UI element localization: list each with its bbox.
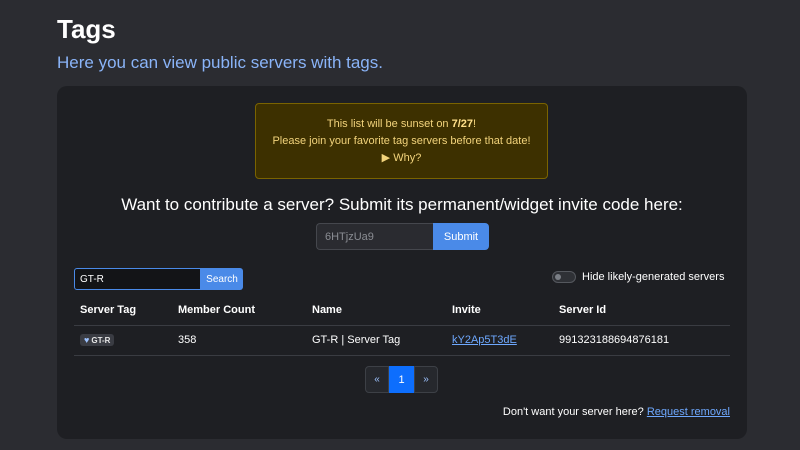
alert-line-1-prefix: This list will be sunset on bbox=[326, 118, 452, 130]
hide-generated-toggle[interactable] bbox=[552, 271, 576, 283]
invite-link[interactable]: kY2Ap5T3dE bbox=[452, 334, 517, 346]
cell-member-count: 358 bbox=[172, 325, 306, 356]
pagination: « 1 » bbox=[365, 366, 438, 393]
sunset-alert: This list will be sunset on 7/27! Please… bbox=[255, 103, 548, 179]
table-row: ♥ GT-R 358 GT-R | Server Tag kY2Ap5T3dE … bbox=[74, 325, 730, 356]
cell-server-tag: ♥ GT-R bbox=[74, 325, 172, 356]
page-subtitle: Here you can view public servers with ta… bbox=[57, 53, 383, 72]
request-removal-link[interactable]: Request removal bbox=[647, 406, 730, 418]
main-card: This list will be sunset on 7/27! Please… bbox=[57, 86, 747, 439]
cell-invite: kY2Ap5T3dE bbox=[446, 325, 553, 356]
column-header-server-id: Server Id bbox=[553, 296, 730, 326]
pagination-prev-button[interactable]: « bbox=[365, 366, 389, 393]
servers-table: Server Tag Member Count Name Invite Serv… bbox=[74, 296, 730, 356]
alert-line-1-suffix: ! bbox=[473, 118, 477, 130]
hide-generated-label[interactable]: Hide likely-generated servers bbox=[582, 271, 724, 283]
search-button[interactable]: Search bbox=[201, 268, 243, 290]
pagination-next-button[interactable]: » bbox=[414, 366, 438, 393]
contribute-heading: Want to contribute a server? Submit its … bbox=[121, 195, 683, 214]
removal-note-text: Don't want your server here? bbox=[502, 406, 647, 418]
pagination-page-1[interactable]: 1 bbox=[389, 366, 414, 393]
table-header-row: Server Tag Member Count Name Invite Serv… bbox=[74, 296, 730, 326]
column-header-name: Name bbox=[306, 296, 446, 326]
search-input[interactable] bbox=[74, 268, 201, 290]
hide-generated-toggle-group: Hide likely-generated servers bbox=[552, 269, 724, 285]
cell-server-id: 991323188694876181 bbox=[553, 325, 730, 356]
cell-name: GT-R | Server Tag bbox=[306, 325, 446, 356]
search-form: Search bbox=[74, 268, 243, 290]
column-header-invite: Invite bbox=[446, 296, 553, 326]
page-title: Tags bbox=[57, 14, 116, 44]
why-toggle[interactable]: ▶ Why? bbox=[256, 150, 547, 167]
sunset-date: 7/27 bbox=[451, 118, 474, 130]
invite-form: Submit bbox=[316, 223, 489, 250]
alert-line-2: Please join your favorite tag servers be… bbox=[272, 135, 531, 147]
server-tag-badge: ♥ GT-R bbox=[80, 334, 115, 346]
submit-button[interactable]: Submit bbox=[433, 223, 489, 250]
server-tag-text: GT-R bbox=[91, 335, 111, 345]
invite-code-input[interactable] bbox=[316, 223, 433, 250]
alert-line-1: This list will be sunset on 7/27! bbox=[256, 116, 547, 133]
removal-note: Don't want your server here? Request rem… bbox=[503, 406, 730, 418]
heart-icon: ♥ bbox=[84, 335, 90, 345]
column-header-member-count: Member Count bbox=[172, 296, 306, 326]
column-header-server-tag: Server Tag bbox=[74, 296, 172, 326]
